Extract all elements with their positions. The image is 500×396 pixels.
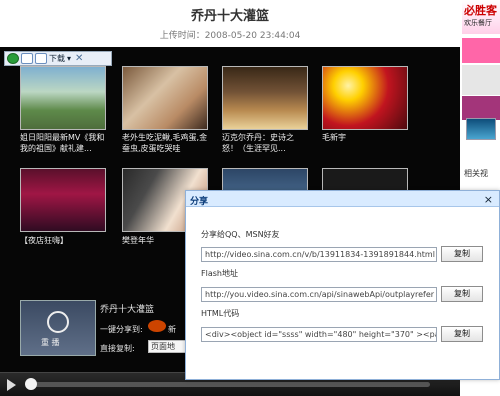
download-icon[interactable]: [35, 53, 47, 64]
weibo-label: 新: [168, 325, 176, 334]
chevron-down-icon: ▾: [67, 54, 72, 63]
thumbnail-image: [223, 67, 307, 129]
thumbnail-4[interactable]: [322, 66, 408, 130]
replay-icon: [47, 311, 69, 333]
ad-banner[interactable]: 必胜客 欢乐餐厅: [462, 0, 500, 34]
window-icon[interactable]: [21, 53, 33, 64]
flash-address-field[interactable]: http://you.video.sina.com.cn/api/sinaweb…: [201, 287, 437, 302]
replay-tile[interactable]: 重 播: [20, 300, 96, 356]
dialog-header: 分享 ×: [186, 191, 499, 207]
thumbnail-2[interactable]: [122, 66, 208, 130]
ad-banner[interactable]: [462, 96, 500, 120]
thumbnail-3[interactable]: [222, 66, 308, 130]
progress-bar[interactable]: [30, 382, 430, 387]
thumbnail-caption-2[interactable]: 老外生吃泥鳅,毛鸡蛋,金蚕虫,皮蛋吃哭哇: [122, 132, 208, 154]
download-button[interactable]: 下载 ▾: [49, 53, 71, 64]
thumbnail-image: [21, 67, 105, 129]
ad-title: 必胜客: [464, 4, 497, 17]
share-label: 一键分享到:: [100, 325, 143, 334]
close-icon[interactable]: ×: [484, 193, 493, 206]
copy-button[interactable]: 复制: [441, 286, 483, 302]
thumbnail-1[interactable]: [20, 66, 106, 130]
html-label: HTML代码: [201, 309, 240, 318]
html-code-field[interactable]: <div><object id="ssss" width="480" heigh…: [201, 327, 437, 342]
thumbnail-image: [323, 67, 407, 129]
dialog-title: 分享: [190, 197, 209, 207]
ad-banner[interactable]: [462, 38, 500, 63]
share-dialog: 分享 × 分享给QQ、MSN好友 http://video.sina.com.c…: [185, 190, 500, 380]
thumbnail-caption-1[interactable]: 姐日阳阳最新MV《我和我的祖国》献礼建...: [20, 132, 106, 154]
copy-button[interactable]: 复制: [441, 326, 483, 342]
share-qq-label: 分享给QQ、MSN好友: [201, 230, 280, 239]
video-page: 乔丹十大灌篮 上传时间：2008-05-20 23:44:04 下载 ▾ ✕ 姐日…: [0, 0, 500, 396]
thumbnail-caption-4[interactable]: 毛新宇: [322, 132, 408, 143]
progress-knob[interactable]: [25, 378, 37, 390]
thumbnail-image: [123, 67, 207, 129]
ad-banner[interactable]: [462, 65, 500, 95]
thumbnail-caption-3[interactable]: 迈克尔乔丹：史诗之怒！（生涯罕见...: [222, 132, 308, 154]
thumbnail-caption-5[interactable]: 【夜店狂嗨】: [20, 235, 106, 246]
weibo-icon[interactable]: [148, 320, 166, 332]
thumbnail-5[interactable]: [20, 168, 106, 232]
video-name: 乔丹十大灌篮: [100, 305, 155, 315]
ad-thumbnail[interactable]: [466, 118, 496, 140]
video-info: 重 播 乔丹十大灌篮 一键分享到: 新 直接复制: 页面地: [20, 300, 208, 360]
page-title: 乔丹十大灌篮: [190, 9, 269, 24]
flash-label: Flash地址: [201, 269, 238, 278]
replay-label: 重 播: [41, 338, 60, 347]
direct-copy-label: 直接复制:: [100, 344, 135, 353]
ad-subtitle: 欢乐餐厅: [464, 19, 492, 27]
related-videos-label: 相关视: [464, 169, 488, 178]
upload-time: 上传时间：2008-05-20 23:44:04: [159, 31, 301, 41]
close-icon[interactable]: ✕: [75, 53, 83, 64]
play-icon[interactable]: [7, 379, 16, 391]
floating-toolbar: 下载 ▾ ✕: [4, 51, 112, 66]
share-link-field[interactable]: http://video.sina.com.cn/v/b/13911834-13…: [201, 247, 437, 262]
copy-button[interactable]: 复制: [441, 246, 483, 262]
thumbnail-image: [21, 169, 105, 231]
status-icon[interactable]: [7, 53, 19, 64]
